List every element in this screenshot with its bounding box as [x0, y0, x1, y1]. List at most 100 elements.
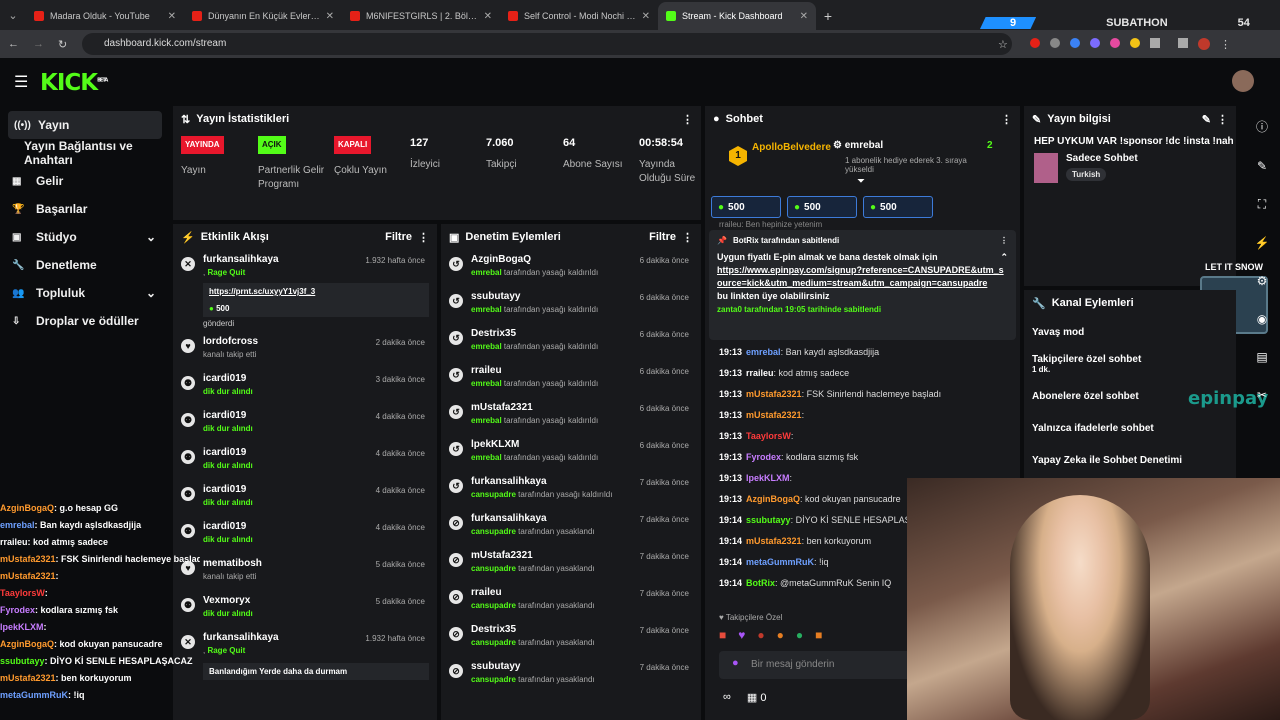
moderator-name[interactable]: emrebal [471, 268, 502, 277]
kebab-icon[interactable]: ⋮ [1001, 113, 1012, 126]
emote-picker-icon[interactable]: ● [732, 657, 739, 669]
browser-tab[interactable]: Dünyanın En Küçük Evleri: 1,5 m ✕ [184, 2, 342, 30]
moderator-name[interactable]: cansupadre [471, 527, 516, 536]
moderation-row[interactable]: ⊘ mUstafa2321 cansupadre tarafından yasakl… [449, 546, 693, 583]
sidebar-item[interactable]: 🔧 Denetleme [0, 251, 170, 279]
moderator-name[interactable]: emrebal [471, 305, 502, 314]
emote-icon[interactable]: ● [777, 628, 784, 642]
moderation-row[interactable]: ↺ lpekKLXM emrebal tarafından yasağı kaldı… [449, 435, 693, 472]
activity-row[interactable]: ✕ furkansalihkaya, Rage Quit https://prnt.… [181, 250, 429, 332]
close-tab-icon[interactable]: ✕ [800, 11, 808, 22]
url-field[interactable]: dashboard.kick.com/stream [82, 33, 1012, 55]
forward-icon[interactable]: → [33, 38, 44, 50]
hamburger-menu-icon[interactable]: ☰ [14, 72, 28, 92]
pencil-icon[interactable]: ✎ [1257, 159, 1267, 173]
chat-message[interactable]: 19:13 TaaylorsW: [719, 426, 1010, 447]
kebab-icon[interactable]: ⋮ [682, 231, 693, 244]
browser-tab[interactable]: M6NIFESTGIRLS | 2. Bölüm - You ✕ [342, 2, 500, 30]
top-gifter-name[interactable]: ApolloBelvedere [752, 142, 831, 153]
infinity-icon[interactable]: ∞ [723, 691, 731, 704]
chat-username[interactable]: TaaylorsW [746, 431, 791, 441]
chat-username[interactable]: mUstafa2321 [746, 410, 802, 420]
back-icon[interactable]: ← [8, 38, 19, 50]
activity-row[interactable]: ♥ lordofcross kanalı takip etti 2 dakika ön… [181, 332, 429, 369]
moderation-row[interactable]: ⊘ rraileu cansupadre tarafından yasaklandı… [449, 583, 693, 620]
chat-message[interactable]: 19:13 mUstafa2321: [719, 405, 1010, 426]
lightning-icon[interactable]: ⚡ [1255, 236, 1270, 250]
sidebar-item[interactable]: Yayın Bağlantısı ve Anahtarı [0, 139, 170, 167]
unpin-icon[interactable]: ⋮ [1000, 234, 1008, 247]
tab-search-icon[interactable]: ⌄ [0, 2, 26, 30]
moderation-row[interactable]: ↺ ssubutayy emrebal tarafından yasağı kald… [449, 287, 693, 324]
chat-username[interactable]: AzginBogaQ [746, 494, 800, 504]
emote-icon[interactable]: ■ [815, 628, 822, 642]
activity-row[interactable]: ⚉ Vexmoryx dik dur alındı 5 dakika önce [181, 591, 429, 628]
extension-icon[interactable] [1110, 37, 1120, 48]
edit-icon[interactable]: ✎ [1202, 113, 1211, 126]
browser-tab[interactable]: Madara Olduk - YouTube ✕ [26, 2, 184, 30]
sidebar-item[interactable]: ((•)) Yayın [8, 111, 162, 139]
sidebar-item[interactable]: ⇩ Droplar ve ödüller [0, 307, 170, 335]
activity-row[interactable]: ♥ mematibosh kanalı takip etti 5 dakika önc… [181, 554, 429, 591]
new-tab-button[interactable]: + [816, 2, 840, 30]
chevron-down-icon[interactable]: ⌄ [146, 286, 156, 300]
bookmark-star-icon[interactable]: ☆ [998, 38, 1008, 51]
moderation-row[interactable]: ↺ AzginBogaQ emrebal tarafından yasağı kal… [449, 250, 693, 287]
pinned-link[interactable]: https://www.epinpay.com/signup?reference… [717, 264, 1008, 290]
close-tab-icon[interactable]: ✕ [326, 11, 334, 22]
sidebar-item[interactable]: 🏆 Başarılar [0, 195, 170, 223]
emote-icon[interactable]: ● [757, 628, 764, 642]
chat-username[interactable]: mUstafa2321 [746, 536, 802, 546]
moderation-row[interactable]: ⊘ Destrix35 cansupadre tarafından yasaklan… [449, 620, 693, 657]
language-tag[interactable]: Turkish [1066, 168, 1107, 181]
moderation-row[interactable]: ↺ Destrix35 emrebal tarafından yasağı kald… [449, 324, 693, 361]
kebab-icon[interactable]: ⋮ [1217, 113, 1228, 126]
moderator-name[interactable]: emrebal [471, 379, 502, 388]
chat-username[interactable]: BotRix [746, 578, 775, 588]
channel-action-item[interactable]: Takipçilere özel sohbet 1 dk. [1024, 348, 1236, 380]
kebab-icon[interactable]: ⋮ [418, 231, 429, 244]
profile-avatar[interactable] [1198, 37, 1210, 50]
kicks-pill[interactable]: ● 500 [863, 196, 933, 218]
gifter-name[interactable]: emrebal [845, 140, 883, 151]
activity-row[interactable]: ⚉ icardi019 dik dur alındı 4 dakika önce [181, 480, 429, 517]
moderation-row[interactable]: ⊘ furkansalihkaya cansupadre tarafından ya… [449, 509, 693, 546]
chat-username[interactable]: ssubutayy [746, 515, 791, 525]
chat-username[interactable]: metaGummRuK [746, 557, 814, 567]
channel-action-item[interactable]: Yapay Zeka ile Sohbet Denetimi [1024, 444, 1236, 476]
channel-action-item[interactable]: Yavaş mod [1024, 316, 1236, 348]
moderator-name[interactable]: cansupadre [471, 490, 516, 499]
emote-icon[interactable]: ● [796, 628, 803, 642]
gift-icon[interactable]: ▦ [747, 692, 757, 704]
moderation-row[interactable]: ↺ rraileu emrebal tarafından yasağı kaldır… [449, 361, 693, 398]
chat-username[interactable]: Fyrodex [746, 452, 781, 462]
sidebar-item[interactable]: 👥 Topluluk ⌄ [0, 279, 170, 307]
collapse-arrow-icon[interactable]: ⏷ [857, 176, 865, 187]
kick-logo[interactable]: KICKBETA [40, 70, 108, 96]
media-icon[interactable] [1178, 37, 1188, 48]
chat-message[interactable]: 19:13 emrebal: Ban kaydı aşlsdkasdjija [719, 342, 1010, 363]
collapse-icon[interactable]: ⌃ [1000, 251, 1008, 264]
close-tab-icon[interactable]: ✕ [642, 11, 650, 22]
layers-icon[interactable]: ▤ [1256, 350, 1267, 364]
moderator-name[interactable]: emrebal [471, 453, 502, 462]
chat-username[interactable]: rraileu [746, 368, 774, 378]
browser-tab[interactable]: Self Control - Modi Nochi & Tir ✕ [500, 2, 658, 30]
activity-row[interactable]: ✕ furkansalihkaya, Rage Quit Banlandığım Y… [181, 628, 429, 684]
moderator-name[interactable]: cansupadre [471, 564, 516, 573]
tools-icon[interactable]: ✂ [1257, 388, 1267, 402]
sidebar-item[interactable]: ▣ Stüdyo ⌄ [0, 223, 170, 251]
moderator-name[interactable]: cansupadre [471, 601, 516, 610]
chat-message[interactable]: 19:13 rraileu: kod atmış sadece [719, 363, 1010, 384]
menu-kebab-icon[interactable]: ⋮ [1220, 38, 1231, 51]
chevron-down-icon[interactable]: ⌄ [146, 230, 156, 244]
reload-icon[interactable]: ↻ [58, 38, 67, 51]
info-icon[interactable]: ⓘ [1256, 118, 1268, 135]
close-tab-icon[interactable]: ✕ [484, 11, 492, 22]
moderation-row[interactable]: ↺ furkansalihkaya cansupadre tarafından ya… [449, 472, 693, 509]
moderator-name[interactable]: cansupadre [471, 638, 516, 647]
moderation-row[interactable]: ⊘ ssubutayy cansupadre tarafından yasaklan… [449, 657, 693, 694]
moderator-name[interactable]: emrebal [471, 416, 502, 425]
activity-row[interactable]: ⚉ icardi019 dik dur alındı 4 dakika önce [181, 406, 429, 443]
activity-link[interactable]: https://prnt.sc/uxyyY1vj3f_3 [209, 287, 423, 296]
